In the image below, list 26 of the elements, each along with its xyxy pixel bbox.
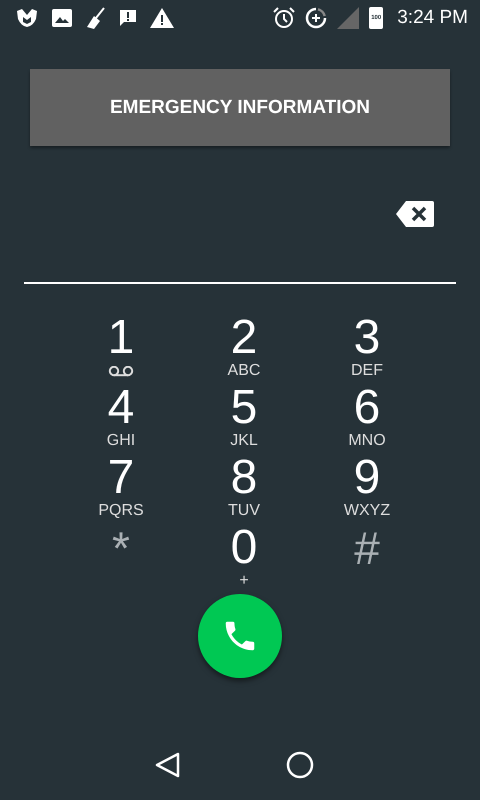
dial-key[interactable]: * xyxy=(60,528,182,598)
dial-key[interactable]: 2 ABC xyxy=(182,318,306,388)
alarm-clock-icon xyxy=(273,7,296,29)
backspace-icon[interactable] xyxy=(396,201,434,227)
back-icon[interactable] xyxy=(154,751,182,779)
dial-key[interactable]: 5 JKL xyxy=(182,388,306,458)
shield-logo-icon xyxy=(16,9,38,27)
warning-icon xyxy=(150,8,174,28)
signal-icon xyxy=(337,7,360,29)
home-icon[interactable] xyxy=(286,751,314,779)
voicemail-icon xyxy=(108,366,134,378)
data-saver-icon xyxy=(305,7,328,29)
dial-key[interactable]: 4 GHI xyxy=(60,388,182,458)
emergency-info-button[interactable]: EMERGENCY INFORMATION xyxy=(30,69,450,146)
dial-key[interactable]: # xyxy=(306,528,428,598)
dial-key[interactable]: 7 PQRS xyxy=(60,458,182,528)
dial-key[interactable]: 3 DEF xyxy=(306,318,428,388)
dial-key[interactable]: 0 + xyxy=(182,528,306,598)
dial-key[interactable]: 6 MNO xyxy=(306,388,428,458)
broom-icon xyxy=(86,7,106,29)
clock-time: 3:24 PM xyxy=(397,7,468,29)
dial-key[interactable]: 9 WXYZ xyxy=(306,458,428,528)
dial-key[interactable]: 8 TUV xyxy=(182,458,306,528)
dial-key[interactable]: 1 xyxy=(60,318,182,388)
message-alert-icon xyxy=(120,10,136,26)
image-icon xyxy=(52,9,72,27)
